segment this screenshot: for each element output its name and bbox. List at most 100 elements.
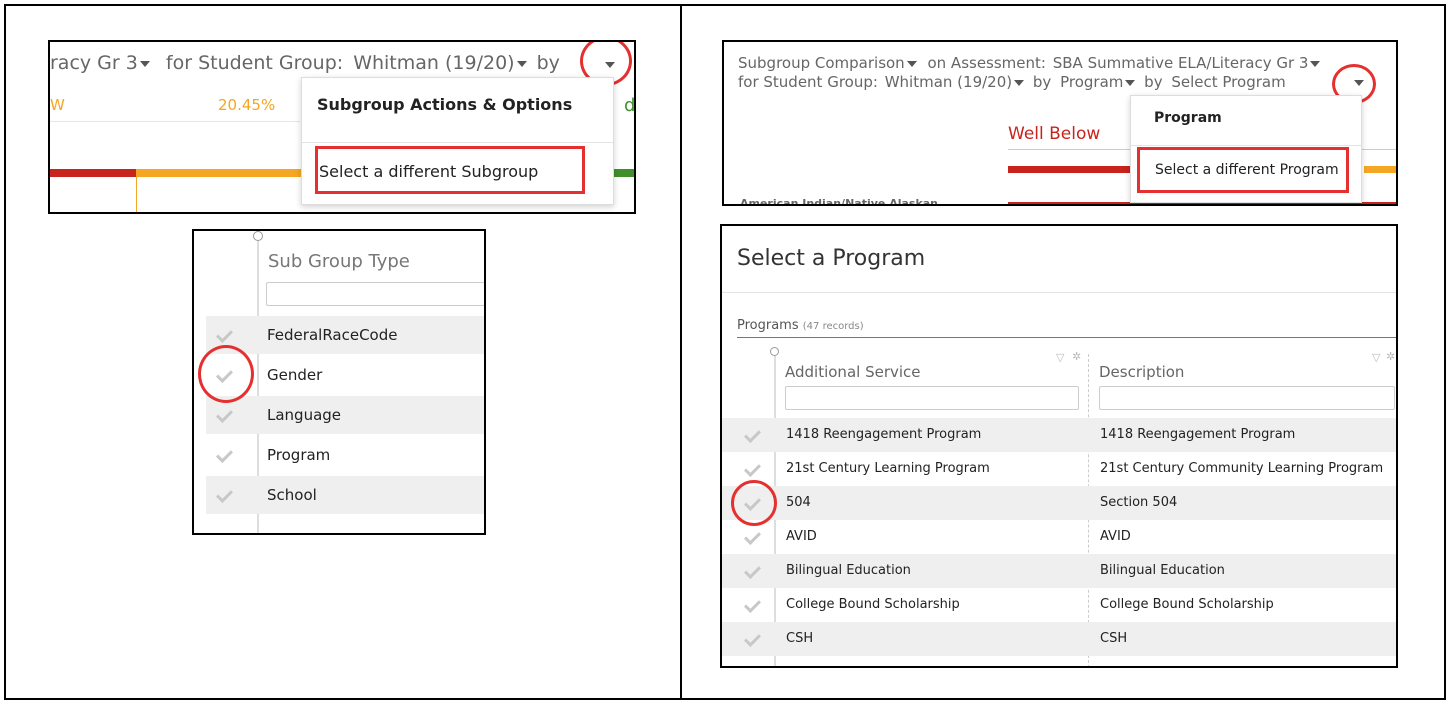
check-icon[interactable] bbox=[744, 633, 760, 645]
table-row[interactable]: AVID AVID bbox=[722, 520, 1396, 554]
caret-down-icon[interactable] bbox=[139, 60, 150, 67]
subgroup-type-label: Gender bbox=[267, 366, 323, 384]
check-icon[interactable] bbox=[744, 599, 760, 611]
subgroup-actions-menu: Subgroup Actions & Options Select a diff… bbox=[301, 77, 614, 205]
percent-value: 20.45% bbox=[218, 96, 276, 114]
column-resize-handle[interactable] bbox=[253, 231, 263, 241]
panel-divider bbox=[680, 6, 682, 698]
menu-title: Subgroup Actions & Options bbox=[317, 95, 573, 114]
report-type[interactable]: Subgroup Comparison bbox=[738, 54, 905, 72]
list-item[interactable]: Program bbox=[206, 436, 484, 474]
description-cell: AVID bbox=[1100, 529, 1131, 544]
menu-divider bbox=[1131, 145, 1361, 146]
record-count: (47 records) bbox=[802, 321, 864, 332]
column-header-description[interactable]: Description bbox=[1099, 363, 1184, 381]
row-label-partial: American Indian/Native Alaskan bbox=[740, 197, 939, 206]
student-group-label: for Student Group: bbox=[738, 73, 878, 91]
column-header-sub-group-type[interactable]: Sub Group Type bbox=[268, 251, 410, 272]
program-options-panel: Subgroup Comparison on Assessment: SBA S… bbox=[722, 40, 1398, 206]
subgroup-type-panel: Sub Group Type FederalRaceCode Gender La… bbox=[192, 229, 486, 535]
heading-divider bbox=[737, 337, 1396, 338]
check-icon[interactable] bbox=[744, 463, 760, 475]
description-cell: 21st Century Community Learning Program bbox=[1100, 461, 1384, 476]
program-value[interactable]: Select Program bbox=[1171, 73, 1285, 91]
sub-group-filter-input[interactable] bbox=[266, 282, 484, 306]
bar-green bbox=[614, 169, 634, 177]
report-header-line-2: for Student Group: Whitman (19/20) by Pr… bbox=[738, 73, 1286, 91]
check-icon[interactable] bbox=[216, 449, 232, 461]
gear-icon[interactable]: ✲ bbox=[1386, 350, 1395, 363]
bar-red bbox=[50, 169, 136, 177]
check-icon[interactable] bbox=[216, 489, 232, 501]
menu-title: Program bbox=[1154, 110, 1222, 126]
table-row[interactable]: Bilingual Education Bilingual Education bbox=[722, 554, 1396, 588]
table-row[interactable]: 504 Section 504 bbox=[722, 486, 1396, 520]
subgroup-options-panel: racy Gr 3 for Student Group: Whitman (19… bbox=[48, 40, 636, 214]
column-header-additional-service[interactable]: Additional Service bbox=[785, 363, 921, 381]
caret-down-icon[interactable] bbox=[1310, 60, 1321, 67]
highlight-circle bbox=[198, 345, 254, 403]
bar-red bbox=[1008, 166, 1148, 173]
description-filter-input[interactable] bbox=[1099, 386, 1395, 410]
check-icon[interactable] bbox=[744, 531, 760, 543]
subgroup-type-label: FederalRaceCode bbox=[267, 326, 398, 344]
assessment-name[interactable]: SBA Summative ELA/Literacy Gr 3 bbox=[1053, 54, 1309, 72]
table-row[interactable]: College Bound Scholarship College Bound … bbox=[722, 588, 1396, 622]
highlight-circle bbox=[731, 480, 777, 526]
additional-service-cell: CSH bbox=[786, 631, 814, 646]
bar-orange bbox=[1364, 166, 1396, 173]
check-icon[interactable] bbox=[216, 409, 232, 421]
partial-label: d bbox=[624, 95, 636, 116]
subgroup-type-label: Language bbox=[267, 406, 342, 424]
column-resize-handle[interactable] bbox=[770, 347, 779, 356]
check-icon[interactable] bbox=[744, 429, 760, 441]
highlight-box bbox=[315, 146, 585, 194]
description-cell: 1418 Reengagement Program bbox=[1100, 427, 1296, 442]
programs-heading: Programs (47 records) bbox=[737, 318, 864, 333]
select-program-dialog: Select a Program Programs (47 records) A… bbox=[720, 224, 1398, 668]
by-label: by bbox=[1144, 73, 1163, 91]
check-icon[interactable] bbox=[744, 565, 760, 577]
caret-down-icon[interactable] bbox=[516, 60, 527, 67]
additional-service-cell: Bilingual Education bbox=[786, 563, 911, 578]
additional-service-cell: 1418 Reengagement Program bbox=[786, 427, 982, 442]
filter-icon[interactable]: ▽ bbox=[1056, 351, 1064, 364]
description-cell: Bilingual Education bbox=[1100, 563, 1225, 578]
filter-icon[interactable]: ▽ bbox=[1372, 351, 1380, 364]
title-divider bbox=[722, 292, 1396, 293]
well-below-label: Well Below bbox=[1008, 124, 1101, 144]
description-cell: Section 504 bbox=[1100, 495, 1178, 510]
caret-down-icon[interactable] bbox=[1014, 79, 1025, 86]
dialog-title: Select a Program bbox=[737, 246, 926, 271]
table-row[interactable]: 1418 Reengagement Program 1418 Reengagem… bbox=[722, 418, 1396, 452]
additional-service-cell: 504 bbox=[786, 495, 811, 510]
subgroup-value[interactable]: Program bbox=[1060, 73, 1123, 91]
assessment-name[interactable]: racy Gr 3 bbox=[50, 52, 138, 74]
list-item[interactable]: Language bbox=[206, 396, 484, 434]
report-header-line-1: Subgroup Comparison on Assessment: SBA S… bbox=[738, 54, 1324, 72]
subgroup-type-label: School bbox=[267, 486, 317, 504]
description-cell: CSH bbox=[1100, 631, 1128, 646]
description-cell: College Bound Scholarship bbox=[1100, 597, 1274, 612]
highlight-box bbox=[1137, 147, 1349, 193]
well-below-label-partial: W bbox=[50, 96, 65, 114]
additional-service-cell: AVID bbox=[786, 529, 817, 544]
list-item[interactable]: School bbox=[206, 476, 484, 514]
table-row[interactable]: 21st Century Learning Program 21st Centu… bbox=[722, 452, 1396, 486]
report-header: racy Gr 3 for Student Group: Whitman (19… bbox=[50, 52, 560, 74]
list-item[interactable]: FederalRaceCode bbox=[206, 316, 484, 354]
table-row[interactable]: CSH CSH bbox=[722, 622, 1396, 656]
student-group-value[interactable]: Whitman (19/20) bbox=[353, 52, 514, 74]
check-icon[interactable] bbox=[216, 329, 232, 341]
gear-icon[interactable]: ✲ bbox=[1072, 350, 1081, 363]
caret-down-icon[interactable] bbox=[1125, 79, 1136, 86]
additional-service-cell: College Bound Scholarship bbox=[786, 597, 960, 612]
programs-label: Programs bbox=[737, 318, 799, 333]
caret-down-icon[interactable] bbox=[906, 60, 917, 67]
student-group-value[interactable]: Whitman (19/20) bbox=[885, 73, 1012, 91]
program-actions-menu: Program Select a different Program bbox=[1130, 95, 1362, 203]
by-label: by bbox=[1032, 73, 1052, 91]
student-group-label: for Student Group: bbox=[165, 52, 344, 74]
additional-service-filter-input[interactable] bbox=[785, 386, 1079, 410]
bar-divider bbox=[136, 177, 137, 212]
